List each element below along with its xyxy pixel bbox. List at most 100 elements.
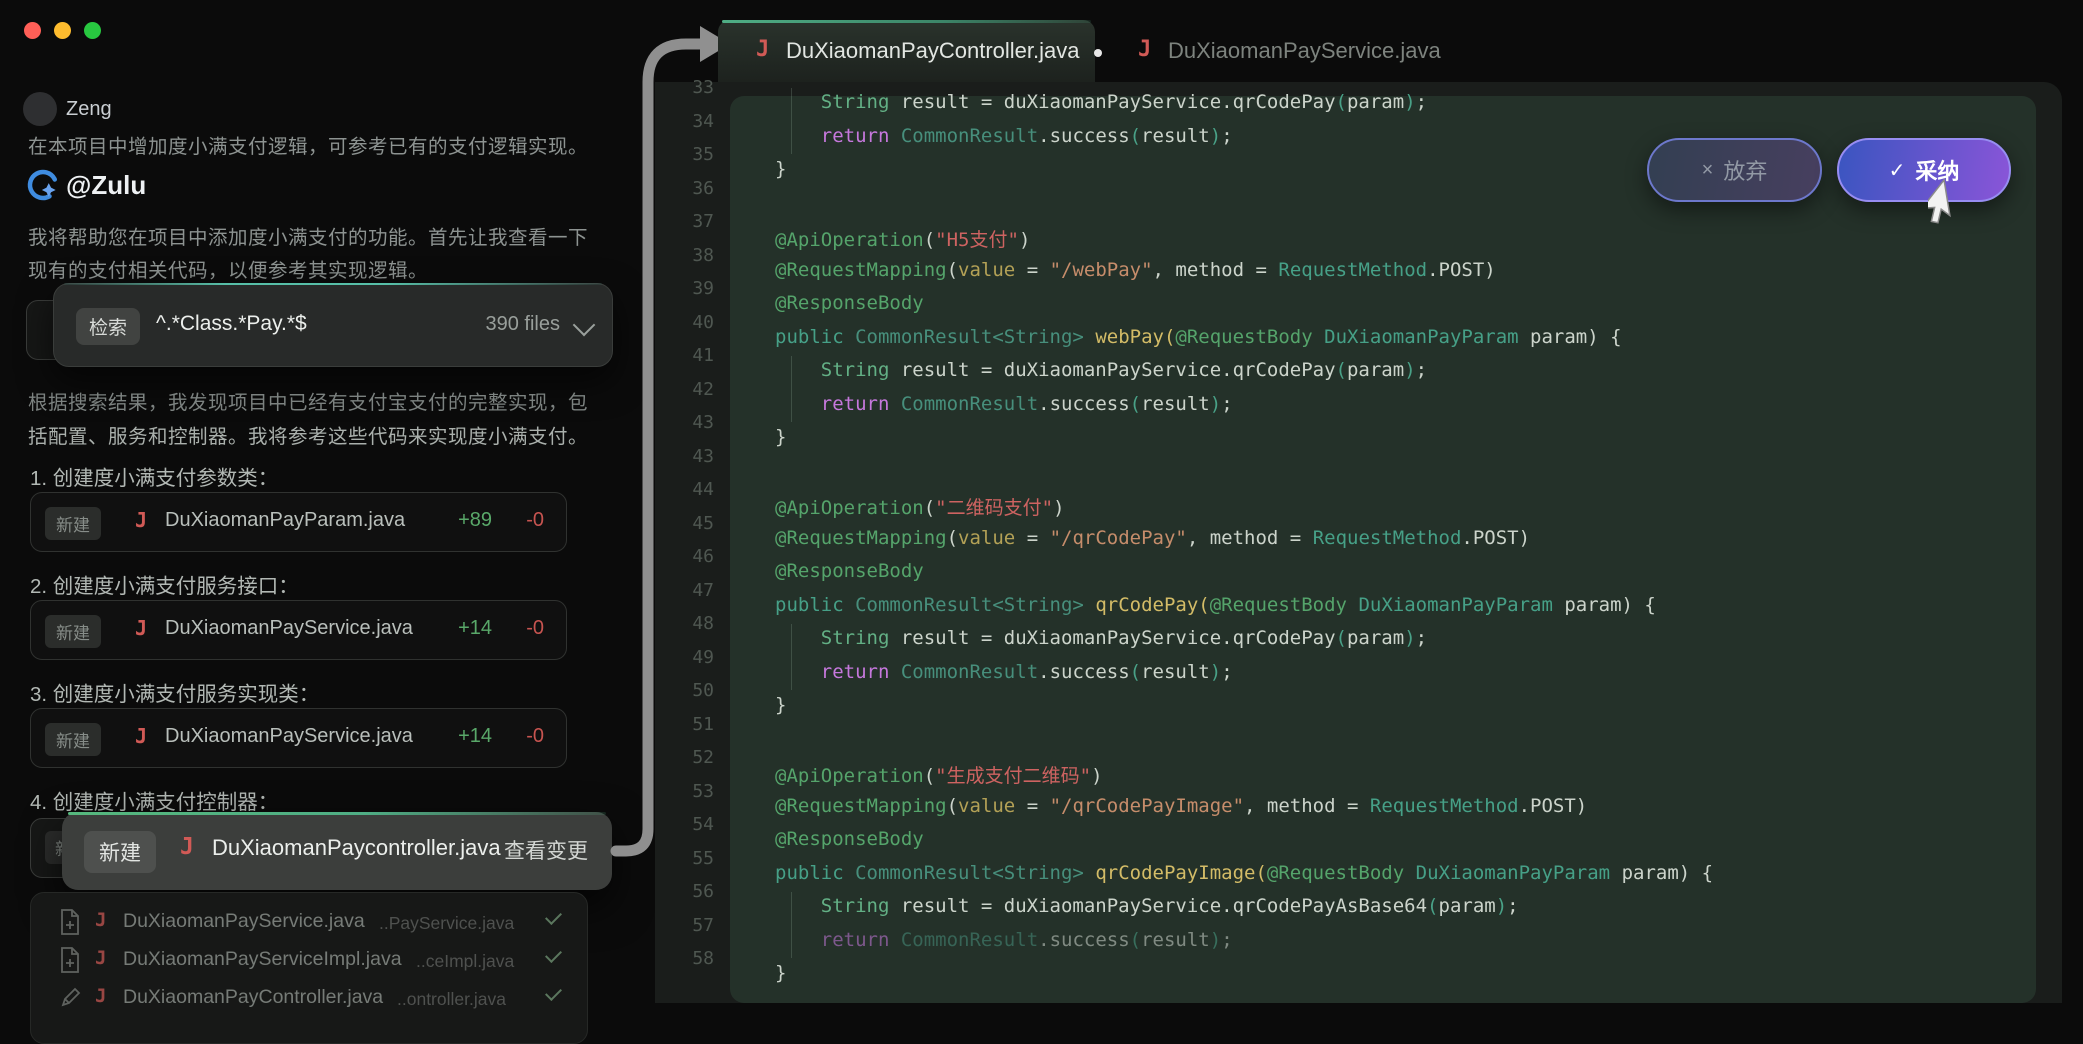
code-line: public CommonResult<String> qrCodePayIma…	[775, 862, 1713, 884]
code-line: @ResponseBody	[775, 828, 924, 850]
traffic-light-close[interactable]	[24, 22, 41, 39]
java-file-icon: J	[135, 508, 147, 532]
line-number: 34	[670, 111, 714, 132]
java-file-icon: J	[135, 724, 147, 748]
tab-DuXiaomanPayService.java[interactable]: J DuXiaomanPayService.java	[1100, 20, 1440, 82]
file-path-suffix: ..PayService.java	[379, 913, 514, 934]
edit-pencil-icon	[59, 985, 83, 1014]
file-change-list: J DuXiaomanPayService.java ..PayService.ja…	[30, 892, 588, 1044]
file-name: DuXiaomanPayServiceImpl.java	[123, 948, 402, 971]
code-line: @ApiOperation("二维码支付")	[775, 493, 1065, 520]
step-title: 2. 创建度小满支付服务接口：	[30, 569, 299, 599]
code-line: }	[775, 426, 786, 448]
new-badge: 新建	[84, 831, 156, 873]
code-line: String result = duXiaomanPayService.qrCo…	[775, 91, 1427, 113]
user-message: 在本项目中增加度小满支付逻辑，可参考已有的支付逻辑实现。	[28, 130, 588, 159]
removed-lines-count: -0	[526, 617, 544, 640]
code-line: }	[775, 158, 786, 180]
line-number: 39	[670, 278, 714, 299]
code-line: @RequestMapping(value = "/qrCodePay", me…	[775, 527, 1530, 549]
indent-guide	[791, 892, 792, 958]
line-number: 55	[670, 848, 714, 869]
tab-label: DuXiaomanPayController.java	[786, 38, 1080, 64]
code-line: String result = duXiaomanPayService.qrCo…	[775, 359, 1427, 381]
file-name: DuXiaomanPayService.java	[165, 617, 413, 640]
code-line: }	[775, 962, 786, 984]
step-title: 4. 创建度小满支付控制器：	[30, 785, 278, 815]
assistant-result-line: 根据搜索结果，我发现项目中已经有支付宝支付的完整实现，包	[28, 386, 588, 415]
view-changes-link[interactable]: 查看变更	[504, 835, 588, 865]
list-item[interactable]: JDuXiaomanPayController.java..ontroller.…	[31, 981, 587, 1017]
file-card[interactable]: 新建JDuXiaomanPayService.java+14-0	[30, 708, 567, 768]
java-file-icon: J	[756, 37, 769, 62]
removed-lines-count: -0	[526, 725, 544, 748]
check-icon	[545, 984, 562, 1001]
line-number: 43	[670, 412, 714, 433]
tab-label: DuXiaomanPayService.java	[1168, 38, 1441, 64]
search-result-card[interactable]: 检索 ^.*Class.*Pay.*$ 390 files	[53, 283, 613, 367]
line-number: 41	[670, 345, 714, 366]
java-file-icon: J	[95, 909, 106, 931]
discard-label: 放弃	[1723, 154, 1767, 186]
file-name: DuXiaomanPayController.java	[123, 986, 383, 1009]
indent-guide	[791, 356, 792, 422]
traffic-light-minimize[interactable]	[54, 22, 71, 39]
discard-button[interactable]: × 放弃	[1647, 138, 1822, 202]
new-file-popup[interactable]: 新建 J DuXiaomanPaycontroller.java 查看变更	[62, 812, 612, 890]
popup-file-name: DuXiaomanPaycontroller.java	[212, 835, 501, 861]
line-number: 47	[670, 580, 714, 601]
code-line: @RequestMapping(value = "/webPay", metho…	[775, 259, 1496, 281]
java-file-icon: J	[180, 834, 194, 860]
step-title: 1. 创建度小满支付参数类：	[30, 461, 278, 491]
chevron-down-icon[interactable]	[573, 314, 596, 337]
code-line: public CommonResult<String> webPay(@Requ…	[775, 326, 1622, 348]
line-number: 50	[670, 680, 714, 701]
traffic-light-zoom[interactable]	[84, 22, 101, 39]
added-lines-count: +89	[458, 509, 492, 532]
new-badge: 新建	[45, 507, 101, 540]
assistant-intro-line: 现有的支付相关代码，以便参考其实现逻辑。	[28, 254, 428, 283]
code-line: @ResponseBody	[775, 560, 924, 582]
accept-label: 采纳	[1915, 154, 1959, 186]
code-line: String result = duXiaomanPayService.qrCo…	[775, 627, 1427, 649]
java-file-icon: J	[95, 947, 106, 969]
line-number: 53	[670, 781, 714, 802]
line-number: 58	[670, 948, 714, 969]
file-name: DuXiaomanPayService.java	[165, 725, 413, 748]
list-item[interactable]: J DuXiaomanPayService.java ..PayService.ja…	[31, 905, 587, 941]
accept-button[interactable]: ✓ 采纳	[1837, 138, 2011, 202]
line-number: 35	[670, 144, 714, 165]
line-number: 52	[670, 747, 714, 768]
search-badge: 检索	[76, 308, 140, 345]
java-file-icon: J	[95, 985, 106, 1007]
code-line: return CommonResult.success(result);	[775, 393, 1233, 415]
file-add-icon	[59, 947, 81, 978]
line-number: 54	[670, 814, 714, 835]
removed-lines-count: -0	[526, 509, 544, 532]
java-file-icon: J	[1138, 37, 1151, 62]
avatar	[23, 92, 57, 126]
file-name: DuXiaomanPayService.java	[123, 910, 365, 933]
added-lines-count: +14	[458, 617, 492, 640]
close-icon: ×	[1702, 159, 1714, 182]
step-title: 3. 创建度小满支付服务实现类：	[30, 677, 319, 707]
file-card[interactable]: 新建JDuXiaomanPayService.java+14-0	[30, 600, 567, 660]
code-line: }	[775, 694, 786, 716]
check-icon	[545, 946, 562, 963]
line-number: 57	[670, 915, 714, 936]
added-lines-count: +14	[458, 725, 492, 748]
line-number: 43	[670, 446, 714, 467]
list-item[interactable]: JDuXiaomanPayServiceImpl.java..ceImpl.ja…	[31, 943, 587, 979]
line-number: 33	[670, 77, 714, 98]
new-badge: 新建	[45, 615, 101, 648]
line-number: 42	[670, 379, 714, 400]
line-number: 36	[670, 178, 714, 199]
assistant-name: @Zulu	[66, 170, 146, 201]
assistant-result-line: 括配置、服务和控制器。我将参考这些代码来实现度小满支付。	[28, 420, 588, 449]
line-number: 49	[670, 647, 714, 668]
tab-DuXiaomanPayController.java[interactable]: J DuXiaomanPayController.java	[718, 20, 1095, 82]
user-name: Zeng	[66, 98, 112, 121]
check-icon: ✓	[1889, 158, 1906, 183]
file-card[interactable]: 新建JDuXiaomanPayParam.java+89-0	[30, 492, 567, 552]
line-number: 56	[670, 881, 714, 902]
